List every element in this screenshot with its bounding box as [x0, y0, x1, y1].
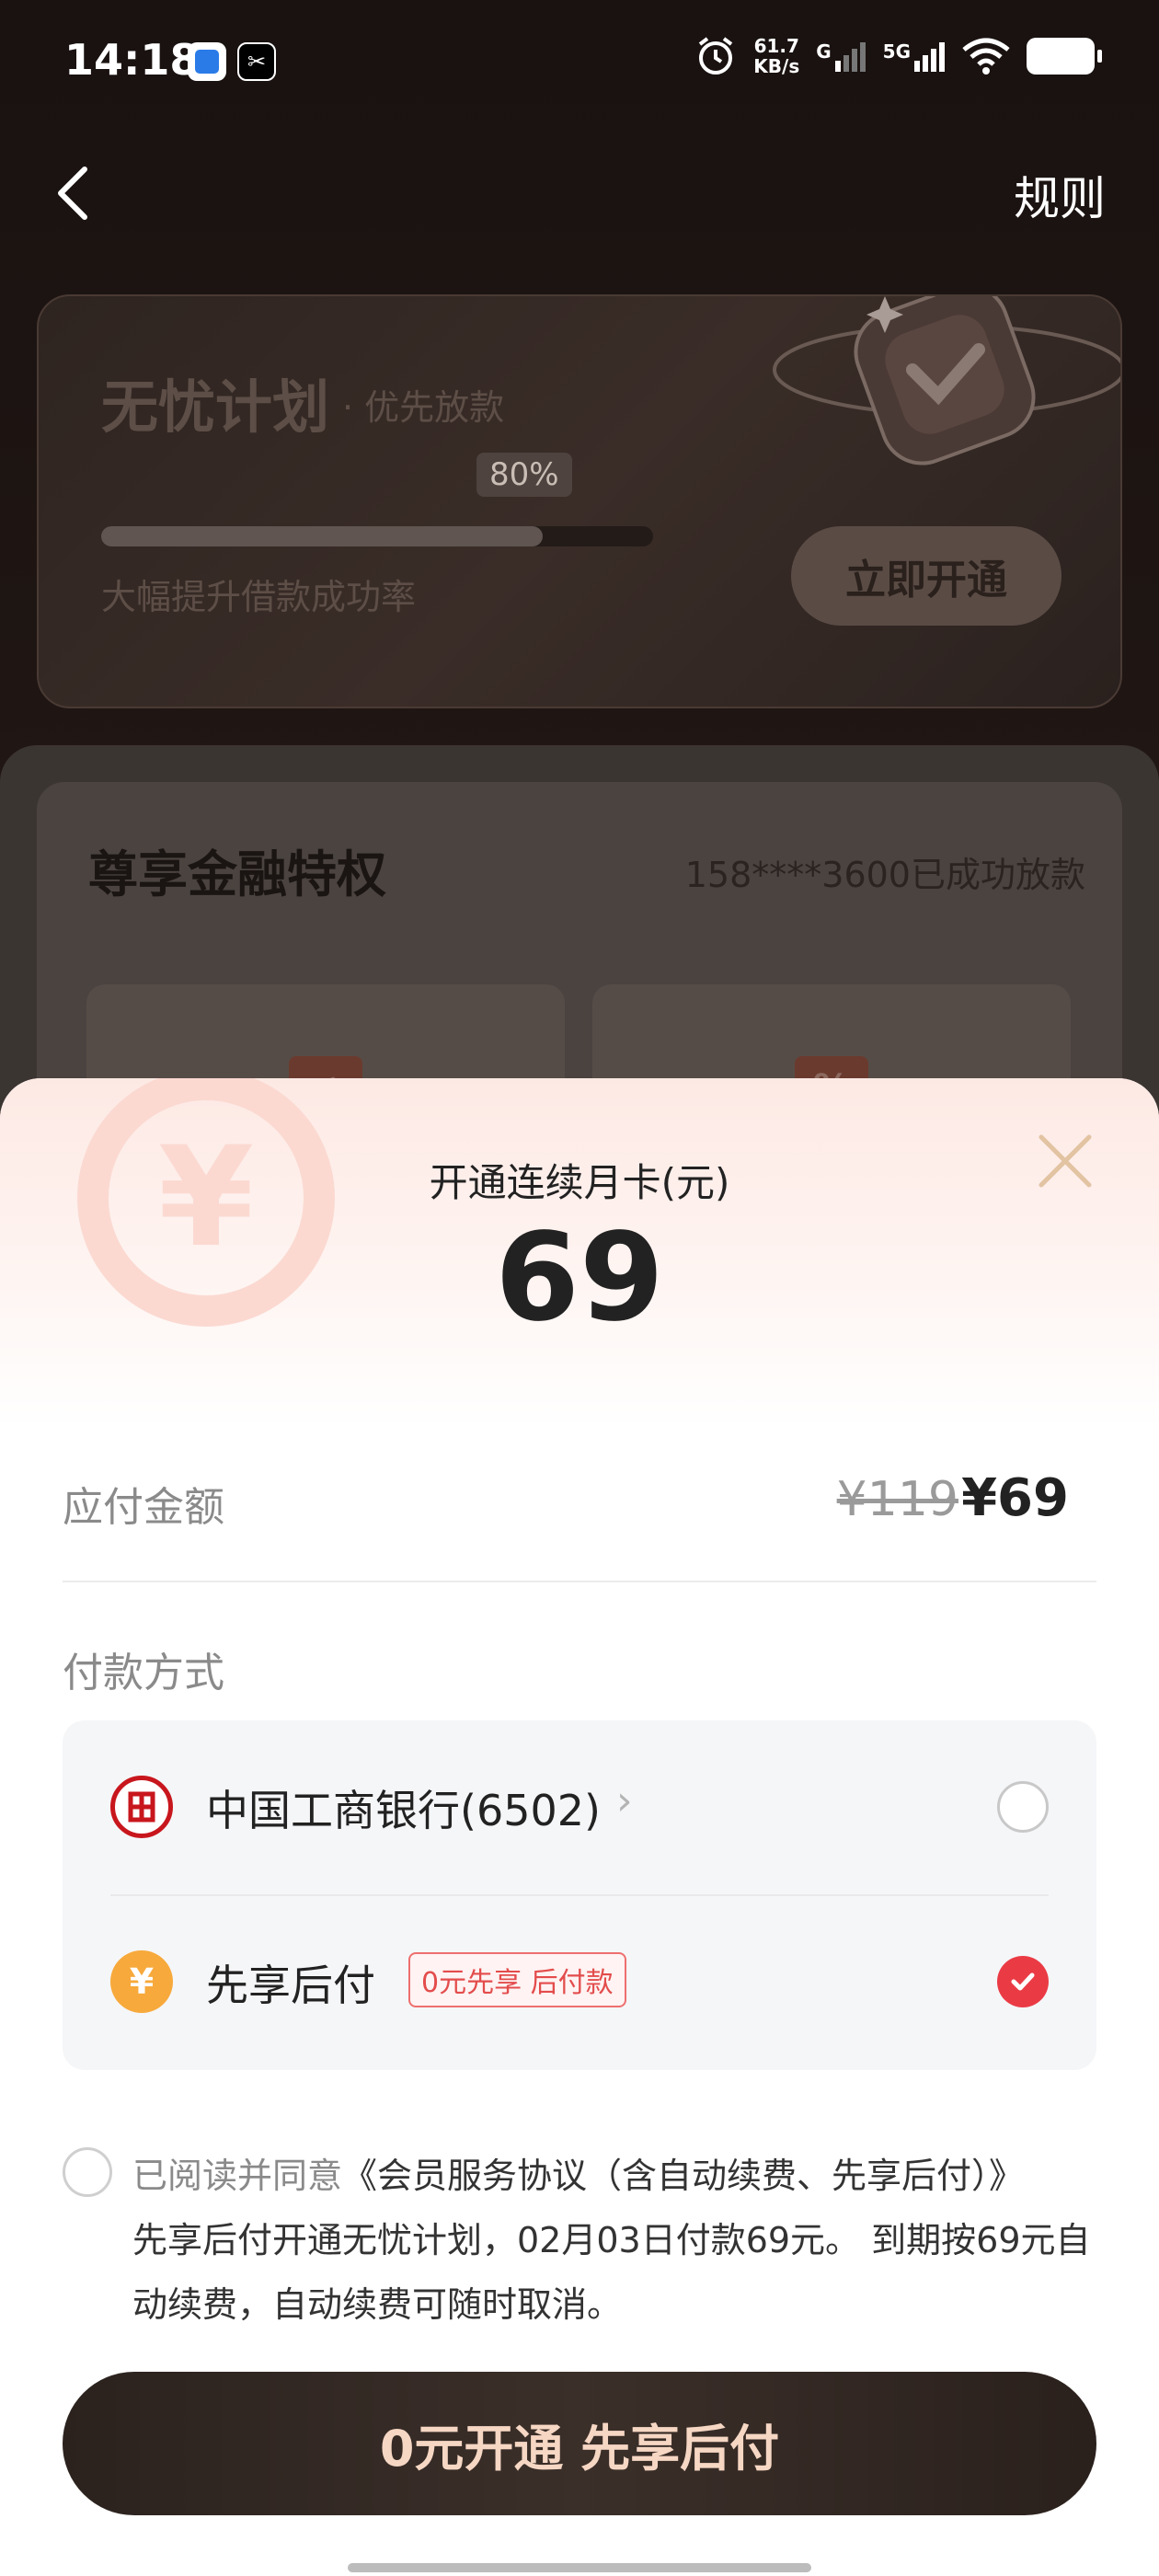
sheet-amount: 69 [495, 1207, 664, 1349]
rules-link[interactable]: 规则 [1014, 162, 1106, 228]
plan-subtitle: · 优先放款 [342, 387, 505, 428]
back-button[interactable] [46, 156, 101, 230]
alarm-icon [699, 37, 733, 75]
signal-bars-icon [834, 42, 866, 72]
agreement-text: 已阅读并同意《会员服务协议（含自动续费、先享后付）》 先享后付开通无忧计划，02… [132, 2144, 1098, 2337]
signal-5g-label: 5G [882, 40, 911, 63]
progress-fill [101, 526, 543, 546]
home-indicator [348, 2563, 811, 2572]
capcut-icon: ✂ [237, 42, 276, 81]
activate-now-button[interactable]: 立即开通 [791, 526, 1061, 626]
signal-g: G [816, 40, 866, 72]
payment-method-list: 中国工商银行(6502) › ¥ 先享后付 0元先享 后付款 [63, 1720, 1096, 2070]
status-time: 14:18 [64, 35, 200, 85]
agreement-detail: 先享后付开通无忧计划，02月03日付款69元。 到期按69元自动续费，自动续费可… [132, 2220, 1091, 2325]
plan-description: 大幅提升借款成功率 [101, 577, 417, 617]
battery-icon [1027, 38, 1102, 75]
progress-bar [101, 526, 653, 546]
agreement-prefix: 已阅读并同意 [132, 2156, 343, 2196]
original-price: ¥119 [836, 1472, 958, 1527]
wifi-icon [962, 38, 1010, 75]
pay-later-tag: 0元先享 后付款 [408, 1952, 626, 2007]
bank-radio[interactable] [997, 1781, 1049, 1833]
check-icon [1011, 1972, 1035, 1991]
progress-badge: 80% [476, 453, 572, 497]
payment-sheet: ¥ 开通连续月卡(元) 69 应付金额 ¥119 ¥69 付款方式 中国工商银行… [0, 1078, 1159, 2576]
app-notification-icon [188, 42, 226, 81]
agreement-checkbox[interactable] [63, 2147, 112, 2197]
plan-title: 无忧计划 [101, 374, 330, 441]
payable-label: 应付金额 [63, 1484, 224, 1531]
shield-check-icon [773, 296, 1120, 466]
plan-card: 无忧计划 · 优先放款 80% 大幅提升借款成功率 立即开通 [37, 294, 1122, 708]
net-speed: 61.7 KB/s [753, 36, 799, 76]
net-speed-unit: KB/s [753, 55, 800, 77]
signal-bars-icon [914, 42, 945, 72]
signal-g-label: G [816, 40, 832, 63]
sheet-label: 开通连续月卡(元) [429, 1160, 730, 1205]
yen-coin-icon: ¥ [110, 1950, 173, 2013]
loan-notice: 158****3600已成功放款 [684, 855, 1085, 895]
divider [63, 1581, 1096, 1582]
status-bar: 14:18 ✂ 61.7 KB/s G 5G [0, 0, 1159, 129]
current-price: ¥69 [961, 1468, 1069, 1528]
chevron-right-icon[interactable]: › [616, 1777, 633, 1824]
icbc-bank-icon [110, 1776, 173, 1838]
activate-pay-later-button[interactable]: 0元开通 先享后付 [63, 2372, 1096, 2515]
payable-row: 应付金额 ¥119 ¥69 [63, 1455, 1096, 1538]
agreement-link[interactable]: 《会员服务协议（含自动续费、先享后付）》 [342, 2156, 1024, 2196]
payment-method-pay-later[interactable]: ¥ 先享后付 0元先享 后付款 [63, 1895, 1096, 2070]
payment-method-name: 中国工商银行(6502) [206, 1786, 601, 1835]
payment-method-bank[interactable]: 中国工商银行(6502) › [63, 1720, 1096, 1896]
privilege-title: 尊享金融特权 [88, 845, 386, 903]
net-speed-value: 61.7 [753, 35, 799, 57]
chevron-left-icon [58, 167, 87, 220]
pay-later-radio[interactable] [997, 1956, 1049, 2007]
payment-method-title: 付款方式 [63, 1650, 224, 1696]
payment-method-name: 先享后付 [206, 1961, 375, 2010]
signal-5g: 5G [883, 40, 946, 72]
